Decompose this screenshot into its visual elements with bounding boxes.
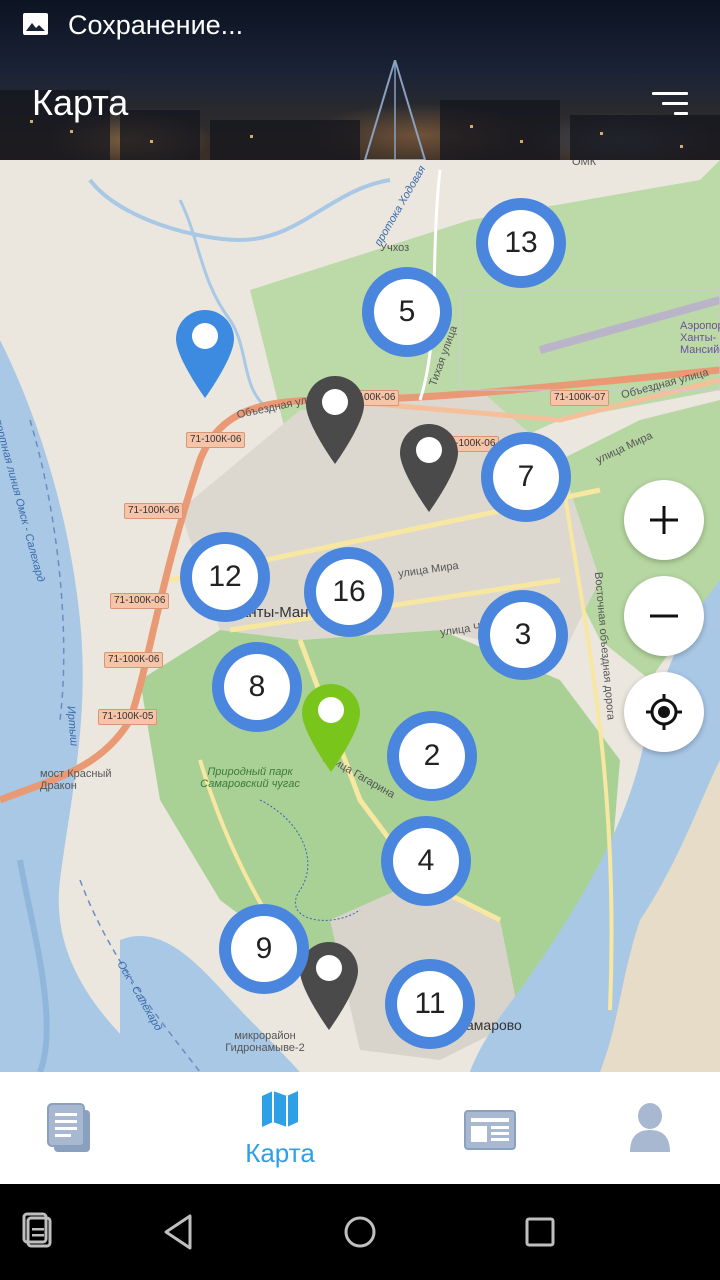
map-pin-blue[interactable]: [174, 308, 236, 400]
notification-text: Сохранение...: [68, 10, 244, 40]
nav-item-map-label: Карта: [245, 1138, 315, 1168]
plus-icon: [650, 506, 678, 534]
road-badge: 71-100К-05: [98, 709, 158, 725]
map-pin-green[interactable]: [300, 682, 362, 774]
cluster-count: 13: [488, 210, 554, 276]
map-cluster[interactable]: 12: [180, 532, 270, 622]
map-label-airport: Аэропорт Ханты-Мансийск: [680, 320, 720, 356]
cluster-count: 5: [374, 279, 440, 345]
news-icon: [464, 1110, 516, 1150]
map-cluster[interactable]: 16: [304, 547, 394, 637]
map-cluster[interactable]: 8: [212, 642, 302, 732]
cluster-count: 3: [490, 602, 556, 668]
cluster-count: 7: [493, 444, 559, 510]
map-cluster[interactable]: 3: [478, 590, 568, 680]
cluster-count: 12: [192, 544, 258, 610]
map-cluster[interactable]: 9: [219, 904, 309, 994]
map-icon: [262, 1091, 298, 1127]
nav-item-profile[interactable]: [580, 1072, 720, 1184]
back-icon[interactable]: [156, 1208, 204, 1256]
filter-icon: [652, 92, 688, 95]
map-label-park: Природный парк Самаровский чугас: [200, 766, 300, 790]
road-badge: 71-100К-06: [186, 432, 246, 448]
road-badge: 71-100К-06: [104, 652, 164, 668]
documents-icon: [47, 1103, 90, 1152]
zoom-in-button[interactable]: [624, 480, 704, 560]
map-cluster[interactable]: 2: [387, 711, 477, 801]
road-badge: 71-100К-06: [124, 503, 184, 519]
filter-button[interactable]: [648, 86, 696, 122]
map-cluster[interactable]: 5: [362, 267, 452, 357]
map-cluster[interactable]: 7: [481, 432, 571, 522]
cluster-count: 4: [393, 828, 459, 894]
map-cluster[interactable]: 11: [385, 959, 475, 1049]
cluster-count: 8: [224, 654, 290, 720]
recents-documents-icon[interactable]: [16, 1208, 64, 1256]
zoom-out-button[interactable]: [624, 576, 704, 656]
map-label-gidronamyve: микрорайон Гидронамыве-2: [225, 1030, 305, 1054]
map-cluster[interactable]: 4: [381, 816, 471, 906]
system-navigation-bar: [0, 1184, 720, 1280]
cluster-count: 16: [316, 559, 382, 625]
cluster-count: 11: [397, 971, 463, 1037]
map-pin-gray[interactable]: [398, 422, 460, 514]
map-label-samarovo: амарово: [466, 1017, 522, 1033]
map-cluster[interactable]: 13: [476, 198, 566, 288]
overview-icon[interactable]: [516, 1208, 564, 1256]
nav-item-news[interactable]: [420, 1072, 560, 1184]
cluster-count: 9: [231, 916, 297, 982]
my-location-button[interactable]: [624, 672, 704, 752]
status-bar: Сохранение...: [0, 0, 720, 50]
road-badge: 71-100К-07: [550, 390, 610, 406]
road-badge: 71-100К-06: [110, 593, 170, 609]
minus-icon: [650, 614, 678, 618]
map-pin-gray[interactable]: [304, 374, 366, 466]
crosshair-icon: [646, 694, 682, 730]
nav-item-map[interactable]: Карта: [210, 1072, 350, 1184]
image-icon: [23, 13, 48, 35]
map-label-omk: ОМК: [572, 160, 597, 168]
user-icon: [630, 1103, 670, 1152]
cluster-count: 2: [399, 723, 465, 789]
map-view[interactable]: Учхоз ОМК протока Ходовая Объездная улиц…: [0, 160, 720, 1072]
home-icon[interactable]: [336, 1208, 384, 1256]
page-title: Карта: [32, 82, 129, 123]
app-header: Сохранение... Карта: [0, 0, 720, 160]
nav-item-documents[interactable]: [0, 1072, 140, 1184]
map-label-bridge: мост Красный Дракон: [40, 768, 112, 792]
bottom-navigation: Карта: [0, 1072, 720, 1184]
